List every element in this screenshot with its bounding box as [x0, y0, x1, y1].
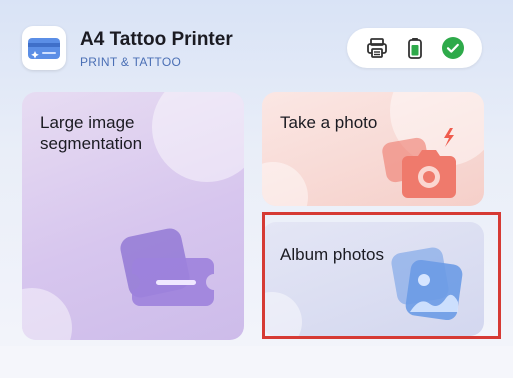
decor-bubble: [262, 162, 308, 206]
bottom-area: [0, 346, 513, 378]
decor-bubble: [152, 92, 244, 182]
segmentation-icon: [120, 228, 214, 306]
device-status-pill[interactable]: [347, 28, 482, 68]
album-photos-card[interactable]: Album photos: [262, 222, 484, 336]
decor-bubble: [22, 288, 72, 340]
printer-icon[interactable]: [365, 36, 389, 60]
battery-icon: [403, 36, 427, 60]
take-a-photo-label: Take a photo: [280, 113, 378, 132]
label-line-1: Large image: [40, 113, 135, 132]
connected-check-icon: [441, 36, 465, 60]
app-header: A4 Tattoo Printer PRINT & TATTOO: [22, 26, 492, 72]
large-image-segmentation-label: Large image segmentation: [40, 112, 142, 154]
camera-icon: [382, 128, 456, 198]
album-photos-label: Album photos: [280, 245, 384, 264]
app-subtitle: PRINT & TATTOO: [80, 55, 182, 69]
large-image-segmentation-card[interactable]: Large image segmentation: [22, 92, 244, 340]
app-logo-icon: [22, 26, 66, 70]
app-title: A4 Tattoo Printer: [80, 29, 233, 50]
decor-bubble: [262, 292, 302, 336]
label-line-2: segmentation: [40, 134, 143, 153]
album-icon: [391, 247, 463, 321]
take-a-photo-card[interactable]: Take a photo: [262, 92, 484, 206]
